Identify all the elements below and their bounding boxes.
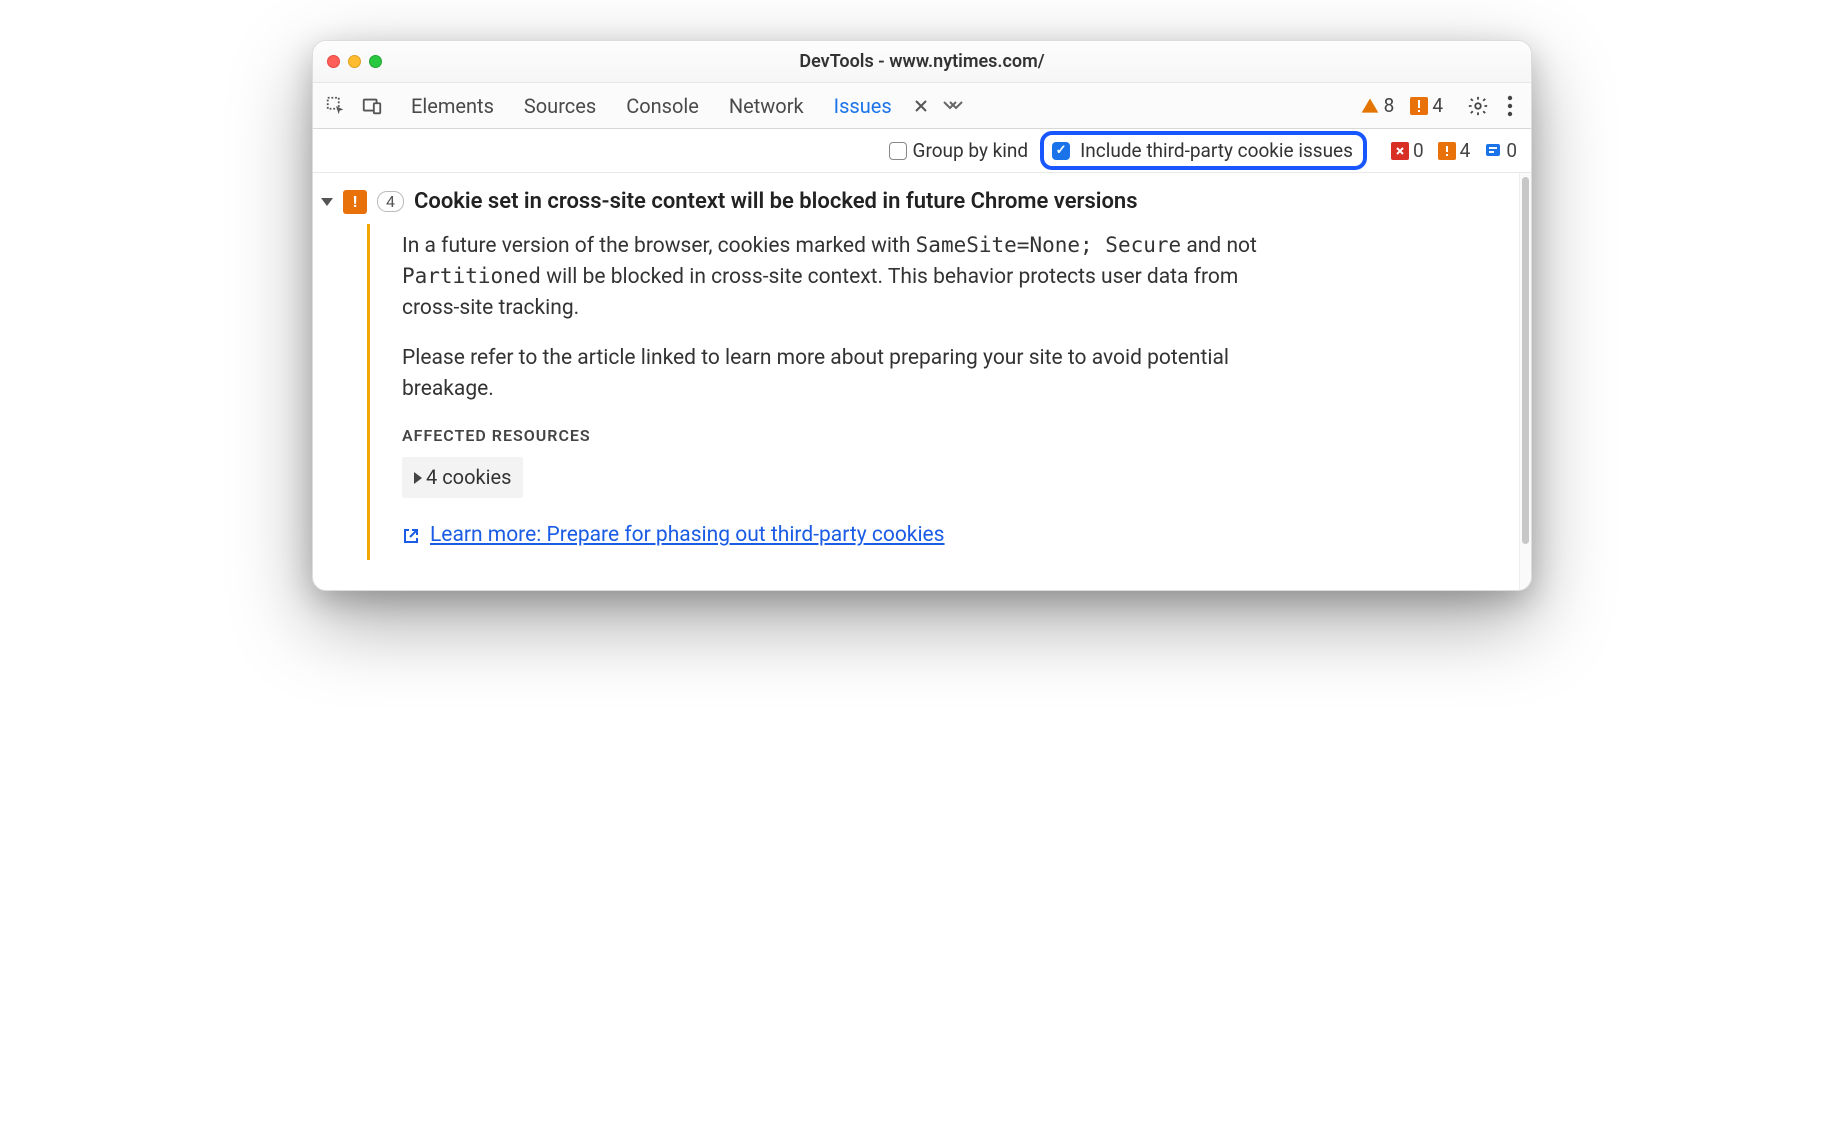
errors-badge[interactable]: 4 [1410, 94, 1443, 117]
close-window-icon[interactable] [327, 55, 340, 68]
errors-count: 4 [1432, 94, 1443, 117]
zoom-window-icon[interactable] [369, 55, 382, 68]
scrollbar[interactable] [1519, 173, 1531, 590]
affected-cookies-toggle[interactable]: 4 cookies [402, 457, 523, 498]
warnings-badge[interactable]: 8 [1360, 94, 1395, 117]
breaking-change-icon [1438, 142, 1456, 160]
learn-more-text: Learn more: Prepare for phasing out thir… [430, 520, 945, 550]
tab-network[interactable]: Network [717, 90, 816, 122]
content: ! 4 Cookie set in cross-site context wil… [313, 173, 1531, 590]
tab-sources[interactable]: Sources [512, 90, 608, 122]
inspect-icon[interactable] [325, 95, 347, 117]
issue-count-pill: 4 [377, 191, 404, 212]
tab-elements[interactable]: Elements [399, 90, 506, 122]
issue-severity-icon: ! [343, 190, 367, 214]
minimize-window-icon[interactable] [348, 55, 361, 68]
external-link-icon [402, 527, 420, 545]
scrollbar-thumb[interactable] [1522, 177, 1529, 544]
tabbar: Elements Sources Console Network Issues … [313, 83, 1531, 129]
titlebar: DevTools - www.nytimes.com/ [313, 41, 1531, 83]
breaking-changes-count: 4 [1460, 139, 1471, 162]
device-toolbar-icon[interactable] [361, 95, 383, 117]
error-icon [1410, 97, 1428, 115]
issue-kind-stats: 0 4 0 [1391, 139, 1517, 162]
breaking-changes-stat[interactable]: 4 [1438, 139, 1471, 162]
affected-cookies-text: 4 cookies [426, 463, 511, 492]
page-errors-count: 0 [1413, 139, 1424, 162]
traffic-lights [327, 55, 382, 68]
settings-icon[interactable] [1467, 95, 1489, 117]
window: DevTools - www.nytimes.com/ Elements Sou… [312, 40, 1532, 591]
window-title: DevTools - www.nytimes.com/ [313, 51, 1531, 72]
issue-paragraph-1: In a future version of the browser, cook… [402, 230, 1283, 323]
issue-paragraph-2: Please refer to the article linked to le… [402, 343, 1283, 404]
affected-resources-label: AFFECTED RESOURCES [402, 424, 1283, 447]
issue-header[interactable]: ! 4 Cookie set in cross-site context wil… [321, 187, 1501, 224]
code-partitioned: Partitioned [402, 264, 541, 288]
filterbar: Group by kind Include third-party cookie… [313, 129, 1531, 173]
highlight-third-party: Include third-party cookie issues [1040, 131, 1367, 170]
more-tabs-icon[interactable] [938, 99, 968, 113]
caret-right-icon [414, 472, 422, 484]
issue-title: Cookie set in cross-site context will be… [414, 189, 1138, 214]
checkbox-group-by-kind[interactable] [889, 142, 907, 160]
checkbox-include-third-party[interactable] [1052, 142, 1070, 160]
improvement-icon [1484, 142, 1502, 160]
caret-down-icon[interactable] [321, 198, 333, 206]
learn-more-link[interactable]: Learn more: Prepare for phasing out thir… [402, 520, 945, 550]
label-group-by-kind: Group by kind [913, 139, 1029, 162]
close-tab-icon[interactable] [910, 99, 932, 113]
warnings-count: 8 [1384, 94, 1395, 117]
warning-icon [1360, 96, 1380, 116]
more-icon[interactable] [1501, 95, 1519, 117]
tab-console[interactable]: Console [614, 90, 711, 122]
page-error-icon [1391, 142, 1409, 160]
code-samesite: SameSite=None; Secure [916, 233, 1182, 257]
label-include-third-party: Include third-party cookie issues [1080, 139, 1353, 162]
page-errors-stat[interactable]: 0 [1391, 139, 1424, 162]
improvements-count: 0 [1506, 139, 1517, 162]
improvements-stat[interactable]: 0 [1484, 139, 1517, 162]
issue-body: In a future version of the browser, cook… [367, 224, 1287, 560]
tab-issues[interactable]: Issues [822, 90, 904, 122]
